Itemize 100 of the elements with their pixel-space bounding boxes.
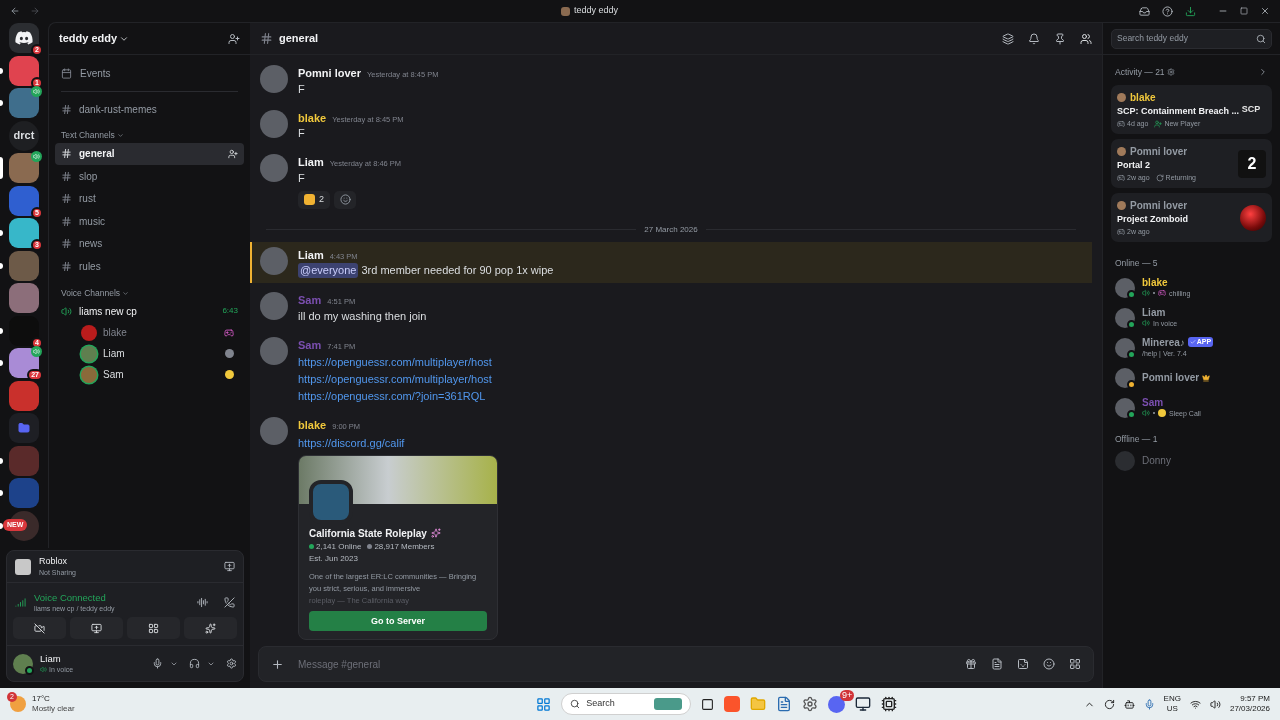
home-button[interactable] bbox=[9, 23, 39, 53]
speaker-icon bbox=[1142, 289, 1150, 298]
mention-chip[interactable]: @everyone bbox=[298, 263, 359, 278]
settings-button[interactable] bbox=[226, 658, 237, 669]
camera-off-button[interactable] bbox=[13, 617, 66, 639]
server-icon[interactable] bbox=[9, 315, 39, 346]
threads-icon[interactable] bbox=[1002, 32, 1014, 45]
task-view-icon[interactable] bbox=[701, 697, 715, 711]
emoji-icon[interactable] bbox=[1043, 658, 1055, 670]
notepad-icon[interactable] bbox=[776, 696, 793, 712]
volume-icon[interactable] bbox=[1209, 698, 1221, 710]
go-to-server-button[interactable]: Go to Server bbox=[309, 611, 487, 632]
server-button[interactable]: drct bbox=[9, 120, 39, 151]
server-name[interactable]: teddy eddy bbox=[59, 30, 118, 47]
category-header[interactable]: Voice Channels bbox=[61, 286, 121, 300]
start-button[interactable] bbox=[536, 696, 552, 712]
help-icon[interactable] bbox=[1162, 5, 1173, 17]
back-button[interactable] bbox=[10, 6, 20, 16]
author-name[interactable]: blake bbox=[298, 417, 327, 434]
tray-app-icon[interactable] bbox=[1123, 698, 1135, 710]
channel-item[interactable]: rust bbox=[55, 187, 244, 210]
activities-button[interactable] bbox=[127, 617, 180, 639]
disconnect-icon[interactable] bbox=[224, 597, 235, 608]
member-avatar bbox=[1115, 450, 1135, 471]
clock-time: 9:57 PM bbox=[1240, 694, 1270, 704]
apps-icon[interactable] bbox=[1069, 658, 1081, 670]
server-folder[interactable] bbox=[9, 413, 39, 443]
voice-member-name: blake bbox=[103, 326, 128, 340]
microphone-icon[interactable] bbox=[1143, 698, 1155, 710]
sleepy-emoji-icon bbox=[1158, 409, 1166, 418]
search-field[interactable]: Search teddy eddy bbox=[1111, 28, 1272, 49]
message-link[interactable]: https://discord.gg/calif bbox=[298, 436, 405, 449]
add-reaction-button[interactable] bbox=[334, 190, 356, 209]
server-icon[interactable] bbox=[9, 348, 39, 378]
channel-title: general bbox=[279, 31, 319, 47]
settings-icon[interactable] bbox=[802, 696, 819, 712]
gift-icon[interactable] bbox=[965, 658, 977, 670]
author-name[interactable]: blake bbox=[298, 109, 327, 126]
headphones-button[interactable] bbox=[189, 658, 200, 669]
author-name[interactable]: Pomni lover bbox=[298, 65, 361, 82]
taskbar-search[interactable]: Search bbox=[561, 693, 692, 715]
hash-icon bbox=[61, 103, 72, 115]
speaker-icon bbox=[61, 305, 72, 317]
hash-icon bbox=[61, 238, 72, 249]
notification-bell-icon[interactable] bbox=[1028, 32, 1040, 45]
soundboard-button[interactable] bbox=[184, 617, 237, 639]
notification-badge: 9+ bbox=[840, 689, 855, 701]
member-avatar bbox=[1115, 337, 1135, 358]
voice-member[interactable]: blake bbox=[55, 322, 244, 343]
server-icon[interactable] bbox=[9, 88, 39, 118]
voice-member[interactable]: Liam bbox=[55, 343, 244, 364]
download-icon[interactable] bbox=[1185, 5, 1196, 17]
invite-icon[interactable] bbox=[228, 32, 240, 45]
sticker-icon[interactable] bbox=[1017, 658, 1029, 670]
server-icon[interactable] bbox=[9, 185, 39, 216]
settings-icon[interactable] bbox=[1166, 68, 1175, 76]
server-icon[interactable] bbox=[9, 218, 39, 248]
category-header[interactable]: Text Channels bbox=[61, 128, 115, 142]
voice-channel[interactable]: liams new cp 6:43 bbox=[55, 300, 244, 322]
sync-icon[interactable] bbox=[1103, 698, 1115, 710]
events-link[interactable]: Events bbox=[80, 65, 111, 81]
browser-icon[interactable] bbox=[724, 696, 741, 712]
user-avatar bbox=[260, 154, 288, 182]
wifi-icon[interactable] bbox=[1189, 698, 1201, 710]
channel-item[interactable]: general bbox=[55, 142, 244, 165]
channel-item[interactable]: music bbox=[55, 210, 244, 232]
reaction-button[interactable]: 2 bbox=[298, 190, 330, 209]
message-link[interactable]: https://openguessr.com/?join=361RQL bbox=[298, 390, 486, 402]
member-list-item[interactable]: Pomni lover bbox=[1111, 362, 1272, 393]
chevron-right-icon[interactable] bbox=[1258, 67, 1268, 77]
inbox-icon[interactable] bbox=[1139, 5, 1150, 17]
share-screen-icon[interactable] bbox=[224, 561, 235, 572]
author-name[interactable]: Liam bbox=[298, 246, 324, 263]
app-icon[interactable] bbox=[881, 696, 898, 712]
attach-button[interactable] bbox=[271, 657, 284, 671]
member-name: Pomni lover bbox=[1142, 372, 1200, 384]
server-icon[interactable] bbox=[9, 153, 39, 183]
search-icon bbox=[1256, 33, 1266, 44]
server-icon[interactable] bbox=[9, 55, 39, 86]
date-divider: 27 March 2026 bbox=[644, 223, 698, 236]
member-list-item[interactable]: Donny bbox=[1111, 448, 1272, 473]
channel-item[interactable]: slop bbox=[55, 165, 244, 187]
invite-icon[interactable] bbox=[228, 148, 238, 159]
voice-member[interactable]: Sam bbox=[55, 364, 244, 385]
share-screen-button[interactable] bbox=[70, 617, 123, 639]
game-logo: SCP bbox=[1240, 102, 1262, 116]
author-name[interactable]: Liam bbox=[298, 154, 324, 171]
channel-item[interactable]: news bbox=[55, 232, 244, 255]
channel-item[interactable]: dank-rust-memes bbox=[55, 98, 244, 120]
hash-icon bbox=[260, 32, 273, 45]
members-icon[interactable] bbox=[1080, 32, 1092, 45]
message-link[interactable]: https://openguessr.com/multiplayer/host bbox=[298, 356, 492, 368]
message-link[interactable]: https://openguessr.com/multiplayer/host bbox=[298, 373, 492, 385]
maximize-button[interactable] bbox=[1240, 7, 1248, 15]
noise-suppression-icon[interactable] bbox=[197, 597, 208, 608]
close-button[interactable] bbox=[1260, 6, 1270, 16]
channel-item[interactable]: rules bbox=[55, 255, 244, 277]
microphone-button[interactable] bbox=[152, 658, 163, 669]
pin-icon[interactable] bbox=[1054, 32, 1066, 45]
voice-member-name: Liam bbox=[103, 347, 126, 361]
